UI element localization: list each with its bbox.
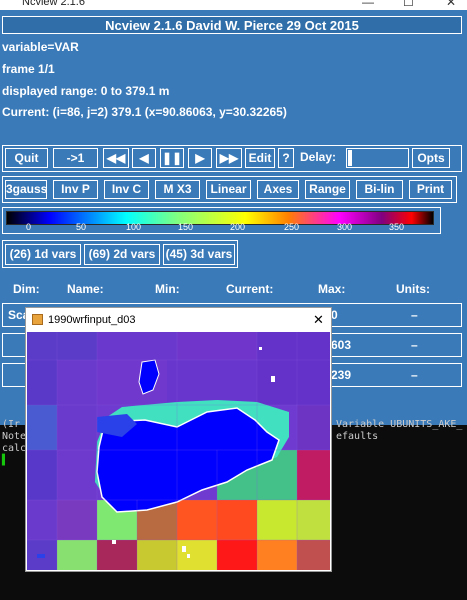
dim-header: Dim: xyxy=(13,282,40,296)
back-button[interactable]: ◀ xyxy=(132,148,156,168)
colorbar-tick: 200 xyxy=(230,222,246,232)
colormap-3gauss-button[interactable]: 3gauss xyxy=(5,180,47,199)
name-header: Name: xyxy=(67,282,104,296)
row-max-value: 239 xyxy=(331,368,352,382)
app-icon xyxy=(32,314,43,325)
linear-button[interactable]: Linear xyxy=(206,180,251,199)
min-header: Min: xyxy=(155,282,180,296)
variable-label: variable=VAR xyxy=(2,40,79,54)
map-canvas[interactable] xyxy=(27,332,330,570)
current-value-label: Current: (i=86, j=2) 379.1 (x=90.86063, … xyxy=(2,105,287,119)
2d-vars-button[interactable]: (69) 2d vars xyxy=(84,244,160,265)
delay-slider-thumb[interactable] xyxy=(348,150,352,166)
range-label: displayed range: 0 to 379.1 m xyxy=(2,84,170,98)
row-max-value: 0 xyxy=(331,308,338,322)
help-button[interactable]: ? xyxy=(278,148,294,168)
magnify-button[interactable]: M X3 xyxy=(155,180,200,199)
close-button[interactable]: ✕ xyxy=(446,0,456,9)
colorbar-tick: 300 xyxy=(337,222,353,232)
image-window-close-icon[interactable]: ✕ xyxy=(313,308,324,332)
range-button[interactable]: Range xyxy=(305,180,350,199)
quit-button[interactable]: Quit xyxy=(5,148,48,168)
step-button[interactable]: ->1 xyxy=(53,148,98,168)
image-window[interactable]: 1990wrfinput_d03 ✕ xyxy=(25,307,332,572)
colorbar-tick: 0 xyxy=(26,222,32,232)
row-max-value: 603 xyxy=(331,338,352,352)
axes-button[interactable]: Axes xyxy=(257,180,299,199)
max-header: Max: xyxy=(318,282,346,296)
terminal-line: Variable UBUNITS_AKE_ xyxy=(336,419,463,430)
maximize-button[interactable]: ☐ xyxy=(403,0,414,9)
3d-vars-button[interactable]: (45) 3d vars xyxy=(163,244,235,265)
edit-button[interactable]: Edit xyxy=(245,148,275,168)
delay-label: Delay: xyxy=(300,150,337,164)
version-banner: Ncview 2.1.6 David W. Pierce 29 Oct 2015 xyxy=(2,16,462,34)
terminal-line: (Ir xyxy=(2,419,21,430)
1d-vars-button[interactable]: (26) 1d vars xyxy=(5,244,81,265)
map-image xyxy=(27,332,330,570)
terminal-cursor[interactable]: ▌ xyxy=(2,455,8,466)
image-window-titlebar: 1990wrfinput_d03 ✕ xyxy=(26,308,331,332)
minimize-button[interactable]: — xyxy=(362,0,374,9)
rewind-button[interactable]: ◀◀ xyxy=(103,148,129,168)
image-window-title: 1990wrfinput_d03 xyxy=(48,314,136,326)
bilinear-button[interactable]: Bi-lin xyxy=(356,180,403,199)
frame-label: frame 1/1 xyxy=(2,62,55,76)
row-units-value: – xyxy=(411,308,418,322)
row-units-value: – xyxy=(411,338,418,352)
pause-button[interactable]: ❚❚ xyxy=(160,148,184,168)
colorbar-tick: 350 xyxy=(389,222,405,232)
colorbar-tick: 100 xyxy=(126,222,142,232)
units-header: Units: xyxy=(396,282,430,296)
terminal-line: calc xyxy=(2,443,27,454)
window-titlebar: Ncview 2.1.6 — ☐ ✕ xyxy=(0,0,467,10)
colorbar-tick: 50 xyxy=(76,222,87,232)
current-header: Current: xyxy=(226,282,274,296)
fast-forward-button[interactable]: ▶▶ xyxy=(216,148,242,168)
terminal-line: efaults xyxy=(336,431,379,442)
colorbar-tick: 250 xyxy=(284,222,300,232)
print-button[interactable]: Print xyxy=(409,180,452,199)
colorbar xyxy=(6,211,434,225)
row-units-value: – xyxy=(411,368,418,382)
delay-slider[interactable] xyxy=(346,148,409,168)
colorbar-tick: 150 xyxy=(178,222,194,232)
forward-button[interactable]: ▶ xyxy=(188,148,212,168)
terminal-line: Note xyxy=(2,431,27,442)
invert-physical-button[interactable]: Inv P xyxy=(53,180,98,199)
window-title: Ncview 2.1.6 xyxy=(22,0,85,8)
invert-colormap-button[interactable]: Inv C xyxy=(104,180,149,199)
opts-button[interactable]: Opts xyxy=(412,148,450,168)
